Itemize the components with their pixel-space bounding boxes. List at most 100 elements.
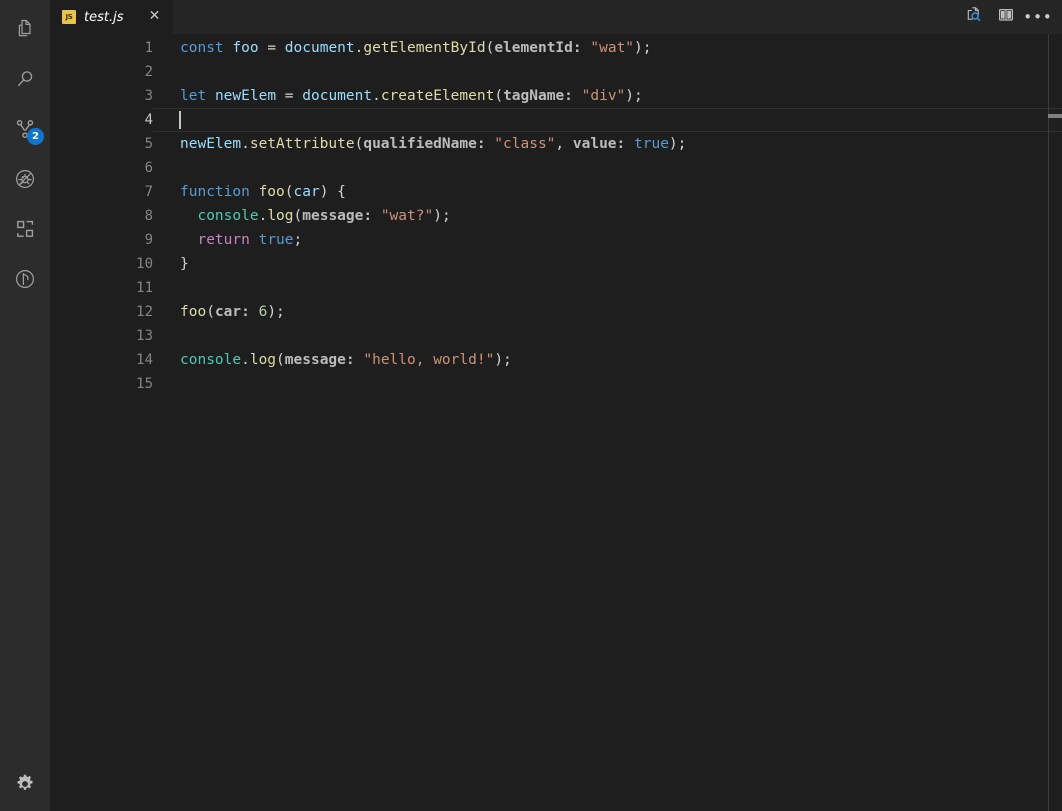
line-content[interactable]: function foo(car) { bbox=[153, 180, 1062, 204]
more-actions-button[interactable]: ••• bbox=[1024, 3, 1052, 31]
code-line[interactable]: 4 bbox=[50, 108, 1062, 132]
code-line[interactable]: 15 bbox=[50, 372, 1062, 396]
code-token: . bbox=[372, 88, 381, 104]
code-line[interactable]: 3let newElem = document.createElement(ta… bbox=[50, 84, 1062, 108]
code-token bbox=[250, 184, 259, 200]
code-line[interactable]: 1const foo = document.getElementById(ele… bbox=[50, 36, 1062, 60]
code-token: true bbox=[634, 136, 669, 152]
split-editor-button[interactable] bbox=[992, 3, 1020, 31]
code-token: "div" bbox=[582, 88, 626, 104]
code-token: = bbox=[267, 40, 276, 56]
code-line[interactable]: 10} bbox=[50, 252, 1062, 276]
code-token: foo bbox=[259, 184, 285, 200]
code-token: foo bbox=[180, 304, 206, 320]
code-token: ); bbox=[494, 352, 511, 368]
code-token: console bbox=[197, 208, 258, 224]
open-preview-button[interactable] bbox=[960, 3, 988, 31]
line-content[interactable] bbox=[153, 60, 1062, 84]
line-content[interactable]: return true; bbox=[153, 228, 1062, 252]
line-content[interactable] bbox=[153, 372, 1062, 396]
code-token bbox=[250, 304, 259, 320]
line-content[interactable] bbox=[153, 324, 1062, 348]
code-line[interactable]: 6 bbox=[50, 156, 1062, 180]
code-line[interactable]: 8 console.log(message: "wat?"); bbox=[50, 204, 1062, 228]
activity-bar-bottom-group bbox=[0, 759, 50, 809]
code-line[interactable]: 14console.log(message: "hello, world!"); bbox=[50, 348, 1062, 372]
code-token: setAttribute bbox=[250, 136, 355, 152]
extensions-icon bbox=[13, 217, 37, 241]
line-content[interactable] bbox=[153, 108, 1062, 132]
line-number: 1 bbox=[50, 40, 153, 56]
code-token bbox=[250, 232, 259, 248]
code-token bbox=[486, 136, 495, 152]
line-number: 4 bbox=[50, 112, 153, 128]
line-number: 7 bbox=[50, 184, 153, 200]
line-content[interactable]: newElem.setAttribute(qualifiedName: "cla… bbox=[153, 132, 1062, 156]
code-token: . bbox=[259, 208, 268, 224]
code-token: let bbox=[180, 88, 206, 104]
code-line[interactable]: 5newElem.setAttribute(qualifiedName: "cl… bbox=[50, 132, 1062, 156]
code-token bbox=[276, 40, 285, 56]
line-number: 9 bbox=[50, 232, 153, 248]
code-line[interactable]: 9 return true; bbox=[50, 228, 1062, 252]
close-icon[interactable]: ✕ bbox=[145, 8, 163, 26]
code-token: , bbox=[555, 136, 572, 152]
code-token: ); bbox=[634, 40, 651, 56]
line-content[interactable]: } bbox=[153, 252, 1062, 276]
overview-ruler[interactable] bbox=[1048, 34, 1062, 811]
code-line[interactable]: 13 bbox=[50, 324, 1062, 348]
code-token: foo bbox=[232, 40, 258, 56]
code-token: value: bbox=[573, 136, 625, 152]
code-token bbox=[180, 208, 197, 224]
code-token: "hello, world!" bbox=[363, 352, 494, 368]
code-token bbox=[582, 40, 591, 56]
code-line[interactable]: 11 bbox=[50, 276, 1062, 300]
code-token: 6 bbox=[259, 304, 268, 320]
activity-bar-item-search[interactable] bbox=[0, 54, 50, 104]
code-line[interactable]: 12foo(car: 6); bbox=[50, 300, 1062, 324]
activity-bar-item-run-and-debug[interactable] bbox=[0, 154, 50, 204]
line-content[interactable]: let newElem = document.createElement(tag… bbox=[153, 84, 1062, 108]
code-token: qualifiedName: bbox=[363, 136, 485, 152]
code-token: ( bbox=[206, 304, 215, 320]
line-number: 14 bbox=[50, 352, 153, 368]
code-line[interactable]: 2 bbox=[50, 60, 1062, 84]
line-content[interactable]: foo(car: 6); bbox=[153, 300, 1062, 324]
code-token bbox=[180, 232, 197, 248]
code-token: "class" bbox=[494, 136, 555, 152]
code-token: ; bbox=[294, 232, 303, 248]
line-content[interactable]: console.log(message: "hello, world!"); bbox=[153, 348, 1062, 372]
tab-label: test.js bbox=[84, 10, 123, 25]
code-token: return bbox=[197, 232, 249, 248]
line-content[interactable] bbox=[153, 276, 1062, 300]
editor-actions: ••• bbox=[960, 0, 1062, 34]
line-number: 8 bbox=[50, 208, 153, 224]
code-token bbox=[259, 40, 268, 56]
code-token: . bbox=[241, 136, 250, 152]
activity-bar-item-explorer[interactable] bbox=[0, 4, 50, 54]
code-lines[interactable]: 1const foo = document.getElementById(ele… bbox=[50, 34, 1062, 396]
activity-bar-item-source-control[interactable]: 2 bbox=[0, 104, 50, 154]
code-token: ); bbox=[625, 88, 642, 104]
activity-bar-item-testing[interactable] bbox=[0, 254, 50, 304]
code-token: tagName: bbox=[503, 88, 573, 104]
code-token: log bbox=[267, 208, 293, 224]
code-token: "wat" bbox=[590, 40, 634, 56]
code-token: ( bbox=[276, 352, 285, 368]
activity-bar-item-manage[interactable] bbox=[0, 759, 50, 809]
line-content[interactable]: const foo = document.getElementById(elem… bbox=[153, 36, 1062, 60]
code-token: ( bbox=[494, 88, 503, 104]
line-content[interactable]: console.log(message: "wat?"); bbox=[153, 204, 1062, 228]
javascript-file-icon: JS bbox=[62, 10, 76, 24]
code-line[interactable]: 7function foo(car) { bbox=[50, 180, 1062, 204]
testing-beaker-icon bbox=[13, 267, 37, 291]
line-content[interactable] bbox=[153, 156, 1062, 180]
code-editor[interactable]: 1const foo = document.getElementById(ele… bbox=[50, 34, 1062, 811]
tab-test-js[interactable]: JS test.js ✕ bbox=[50, 0, 173, 34]
code-token: ); bbox=[669, 136, 686, 152]
activity-bar-item-extensions[interactable] bbox=[0, 204, 50, 254]
text-cursor bbox=[179, 111, 181, 129]
search-icon bbox=[13, 67, 37, 91]
code-token: } bbox=[180, 256, 189, 272]
code-token: newElem bbox=[215, 88, 276, 104]
